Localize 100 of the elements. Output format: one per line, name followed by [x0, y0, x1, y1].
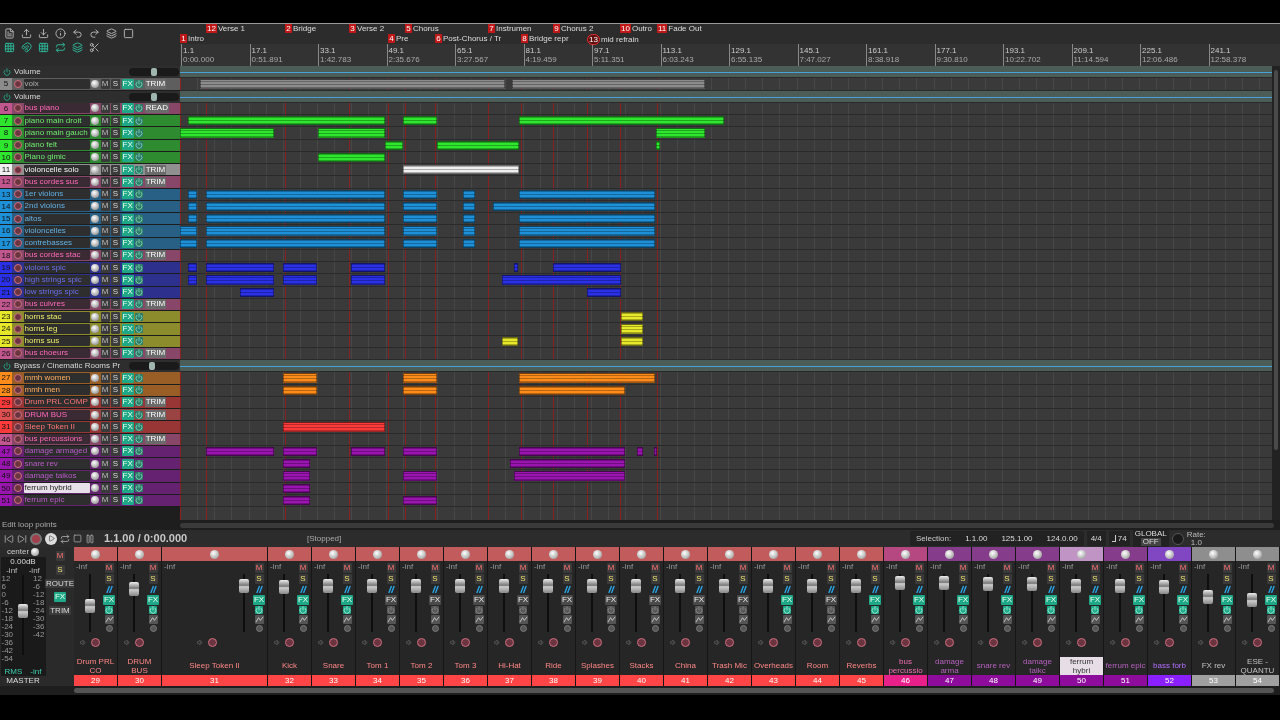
fx-button[interactable]: FX	[692, 595, 706, 605]
solo-button[interactable]: S	[958, 574, 968, 584]
mute-button[interactable]: M	[100, 152, 110, 163]
automation-mode-button[interactable]: TRIM	[144, 409, 167, 420]
marker-number[interactable]: 2	[285, 24, 292, 33]
fx-button[interactable]: FX	[384, 595, 398, 605]
solo-button[interactable]: S	[111, 372, 120, 383]
solo-button[interactable]: S	[111, 385, 120, 396]
solo-button[interactable]: S	[104, 574, 114, 584]
solo-button[interactable]: S	[111, 238, 120, 249]
strip-name[interactable]: damage arma	[928, 656, 971, 675]
marker-label[interactable]: Chorus	[413, 24, 439, 33]
solo-button[interactable]: S	[111, 323, 120, 334]
mute-button[interactable]: M	[148, 563, 158, 573]
solo-button[interactable]: S	[650, 574, 660, 584]
solo-button[interactable]: S	[870, 574, 880, 584]
mute-button[interactable]: M	[826, 563, 836, 573]
mute-button[interactable]: M	[100, 458, 110, 469]
track-name[interactable]: high strings spic	[23, 274, 90, 285]
marker-number[interactable]: 6	[435, 34, 442, 43]
solo-button[interactable]: S	[298, 574, 308, 584]
mute-button[interactable]: M	[1002, 563, 1012, 573]
mute-button[interactable]: M	[100, 225, 110, 236]
solo-button[interactable]: S	[562, 574, 572, 584]
selection-value[interactable]: 124.0.00	[1046, 532, 1078, 545]
automation-mode-button[interactable]: TRIM	[144, 164, 167, 175]
solo-button[interactable]: S	[111, 421, 120, 432]
mute-button[interactable]: M	[100, 421, 110, 432]
marker-number[interactable]: 8	[521, 34, 528, 43]
fx-button[interactable]: FX	[824, 595, 838, 605]
solo-button[interactable]: S	[111, 458, 120, 469]
mute-button[interactable]: M	[914, 563, 924, 573]
automation-mode-button[interactable]: TRIM	[144, 250, 167, 261]
marker-number[interactable]: 9	[553, 24, 560, 33]
mute-button[interactable]: M	[100, 483, 110, 494]
strip-name[interactable]: ferrum hybri	[1060, 656, 1103, 675]
track-name[interactable]: violoncelles	[23, 225, 90, 236]
mute-button[interactable]: M	[104, 563, 114, 573]
solo-button[interactable]: S	[782, 574, 792, 584]
mute-button[interactable]: M	[100, 372, 110, 383]
track-name[interactable]: horns stac	[23, 311, 90, 322]
track-name[interactable]: Sleep Token II	[23, 421, 90, 432]
meter-mode[interactable]: RMS	[4, 667, 23, 676]
mute-button[interactable]: M	[100, 250, 110, 261]
mute-button[interactable]: M	[55, 551, 65, 561]
mute-button[interactable]: M	[100, 140, 110, 151]
fx-button[interactable]: FX	[560, 595, 574, 605]
solo-button[interactable]: S	[111, 262, 120, 273]
automation-mode-button[interactable]: TRIM	[144, 299, 167, 310]
fx-button[interactable]: FX	[516, 595, 530, 605]
solo-button[interactable]: S	[386, 574, 396, 584]
mute-button[interactable]: M	[100, 495, 110, 506]
mute-button[interactable]: M	[100, 446, 110, 457]
mute-button[interactable]: M	[100, 385, 110, 396]
mute-button[interactable]: M	[386, 563, 396, 573]
mute-button[interactable]: M	[1178, 563, 1188, 573]
rate-value[interactable]: 1.0	[1190, 538, 1202, 547]
fx-button[interactable]: FX	[472, 595, 486, 605]
track-name[interactable]: DRUM BUS	[23, 409, 90, 420]
marker-label[interactable]: Fade Out	[668, 24, 702, 33]
mute-button[interactable]: M	[1134, 563, 1144, 573]
solo-button[interactable]: S	[738, 574, 748, 584]
marker-number[interactable]: 5	[405, 24, 412, 33]
fx-button[interactable]: FX	[604, 595, 618, 605]
mute-button[interactable]: M	[100, 164, 110, 175]
marker-label[interactable]: Bridge	[293, 24, 317, 33]
mute-button[interactable]: M	[100, 287, 110, 298]
solo-button[interactable]: S	[111, 299, 120, 310]
track-name[interactable]: Piano gimic	[23, 152, 90, 163]
solo-button[interactable]: S	[111, 274, 120, 285]
mute-button[interactable]: M	[474, 563, 484, 573]
automation-mode[interactable]: OFF	[1140, 538, 1161, 546]
mute-button[interactable]: M	[1266, 563, 1276, 573]
solo-button[interactable]: S	[148, 574, 158, 584]
automation-mode-button[interactable]: TRIM	[144, 78, 167, 89]
marker-number[interactable]: 1	[180, 34, 187, 43]
solo-button[interactable]: S	[111, 434, 120, 445]
mute-button[interactable]: M	[100, 78, 110, 89]
fx-button[interactable]: FX	[736, 595, 750, 605]
marker-label[interactable]: Instrumen	[496, 24, 532, 33]
marker-number[interactable]: 4	[388, 34, 395, 43]
mute-button[interactable]: M	[100, 176, 110, 187]
automation-mode-button[interactable]: READ	[144, 103, 169, 114]
solo-button[interactable]: S	[111, 311, 120, 322]
marker-number[interactable]: 12	[206, 24, 217, 33]
track-name[interactable]: altos	[23, 213, 90, 224]
mute-button[interactable]: M	[100, 115, 110, 126]
automation-mode-button[interactable]: TRIM	[144, 348, 167, 359]
marker-number[interactable]: 7	[488, 24, 495, 33]
mute-button[interactable]: M	[958, 563, 968, 573]
mute-button[interactable]: M	[562, 563, 572, 573]
solo-button[interactable]: S	[1090, 574, 1100, 584]
selection-value[interactable]: 1.1.00	[965, 532, 988, 545]
track-name[interactable]: piano main gauch	[23, 127, 90, 138]
mute-button[interactable]: M	[518, 563, 528, 573]
solo-button[interactable]: S	[111, 483, 120, 494]
solo-button[interactable]: S	[1134, 574, 1144, 584]
fx-button[interactable]: FX	[648, 595, 662, 605]
solo-button[interactable]: S	[111, 213, 120, 224]
trim-button[interactable]: TRIM	[49, 606, 71, 615]
